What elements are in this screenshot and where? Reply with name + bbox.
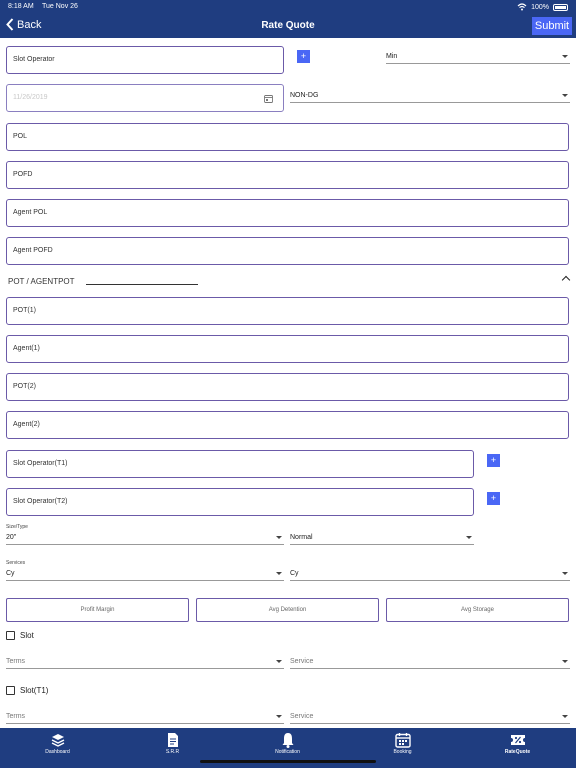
- agent-pol-field[interactable]: Agent POL: [6, 199, 569, 227]
- tab-dashboard[interactable]: Dashboard: [0, 728, 115, 768]
- checkbox-icon: [6, 631, 15, 640]
- chevron-down-icon: [562, 94, 568, 97]
- slot-t1-service-value: Service: [290, 713, 314, 720]
- submit-button[interactable]: Submit: [532, 17, 572, 35]
- unit-dropdown[interactable]: Min: [386, 51, 570, 64]
- agent1-field[interactable]: Agent(1): [6, 335, 569, 363]
- slot-t1-terms-value: Terms: [6, 713, 26, 720]
- slot-checkbox[interactable]: Slot: [6, 631, 34, 640]
- size-type-dropdown[interactable]: 20": [6, 532, 284, 545]
- chevron-down-icon: [562, 715, 568, 718]
- services-value-1: Cy: [6, 570, 15, 577]
- slot-t1-terms-dropdown[interactable]: Terms: [6, 711, 284, 724]
- chevron-up-icon[interactable]: [561, 275, 571, 285]
- section-divider: [86, 284, 198, 285]
- chevron-down-icon: [276, 536, 282, 539]
- layers-icon: [51, 734, 64, 747]
- slot-terms-dropdown[interactable]: Terms: [6, 656, 284, 669]
- slot-service-dropdown[interactable]: Service: [290, 656, 570, 669]
- avg-storage-button[interactable]: Avg Storage: [386, 598, 569, 622]
- tab-notification-label: Notification: [275, 749, 300, 755]
- chevron-down-icon: [276, 572, 282, 575]
- services-dropdown-2[interactable]: Cy: [290, 568, 570, 581]
- home-indicator: [200, 760, 376, 763]
- slot-terms-value: Terms: [6, 658, 26, 665]
- chevron-down-icon: [466, 536, 472, 539]
- status-bar: 8:18 AM Tue Nov 26 100%: [0, 0, 576, 14]
- agent2-field[interactable]: Agent(2): [6, 411, 569, 439]
- calendar-icon: [264, 95, 273, 103]
- size-type-label: Size/Type: [6, 524, 28, 530]
- battery-icon: [553, 3, 568, 11]
- add-slot-operator-button[interactable]: +: [297, 50, 310, 63]
- slot-label: Slot: [20, 631, 34, 640]
- add-slot-operator-t2-button[interactable]: +: [487, 492, 500, 505]
- pot2-field[interactable]: POT(2): [6, 373, 569, 401]
- agent-pofd-field[interactable]: Agent POFD: [6, 237, 569, 265]
- mode-value: Normal: [290, 534, 313, 541]
- mode-dropdown[interactable]: Normal: [290, 532, 474, 545]
- pot-section-title: POT / AGENTPOT: [8, 277, 75, 286]
- wifi-icon: [517, 3, 527, 11]
- unit-value: Min: [386, 53, 398, 60]
- cargo-type-dropdown[interactable]: NON-DG: [290, 90, 570, 103]
- slot-service-value: Service: [290, 658, 314, 665]
- chevron-down-icon: [562, 660, 568, 663]
- chevron-down-icon: [276, 715, 282, 718]
- slot-t1-service-dropdown[interactable]: Service: [290, 711, 570, 724]
- chevron-down-icon: [276, 660, 282, 663]
- date-placeholder: 11/26/2019: [13, 94, 48, 101]
- cargo-type-value: NON-DG: [290, 92, 319, 99]
- slot-operator-field[interactable]: Slot Operator: [6, 46, 284, 74]
- status-time: 8:18 AM: [8, 3, 34, 10]
- document-icon: [167, 733, 178, 747]
- slot-operator-t1-field[interactable]: Slot Operator(T1): [6, 450, 474, 478]
- pofd-field[interactable]: POFD: [6, 161, 569, 189]
- status-date: Tue Nov 26: [42, 3, 78, 10]
- bell-icon: [282, 733, 293, 748]
- tab-srr-label: S.R.R: [165, 749, 180, 755]
- nav-bar: Back Rate Quote Submit: [0, 14, 576, 38]
- slot-t1-checkbox[interactable]: Slot(T1): [6, 686, 48, 695]
- status-right: 100%: [517, 3, 568, 11]
- page-title: Rate Quote: [261, 20, 315, 31]
- pol-field[interactable]: POL: [6, 123, 569, 151]
- chevron-down-icon: [562, 572, 568, 575]
- avg-detention-button[interactable]: Avg Detention: [196, 598, 379, 622]
- chevron-down-icon: [562, 55, 568, 58]
- checkbox-icon: [6, 686, 15, 695]
- slot-operator-t2-field[interactable]: Slot Operator(T2): [6, 488, 474, 516]
- tab-dashboard-label: Dashboard: [45, 749, 70, 755]
- slot-t1-label: Slot(T1): [20, 686, 49, 695]
- services-value-2: Cy: [290, 570, 299, 577]
- size-type-value: 20": [6, 534, 17, 541]
- services-label: Services: [6, 560, 26, 566]
- add-slot-operator-t1-button[interactable]: +: [487, 454, 500, 467]
- tab-booking-label: Booking: [393, 749, 412, 755]
- percent-ticket-icon: [510, 735, 525, 745]
- tab-ratequote[interactable]: RateQuote: [460, 728, 575, 768]
- date-field[interactable]: 11/26/2019: [6, 84, 284, 112]
- tab-ratequote-label: RateQuote: [504, 749, 531, 755]
- services-dropdown-1[interactable]: Cy: [6, 568, 284, 581]
- battery-percent: 100%: [531, 3, 549, 11]
- profit-margin-button[interactable]: Profit Margin: [6, 598, 189, 622]
- pot1-field[interactable]: POT(1): [6, 297, 569, 325]
- calendar-icon: [394, 733, 411, 748]
